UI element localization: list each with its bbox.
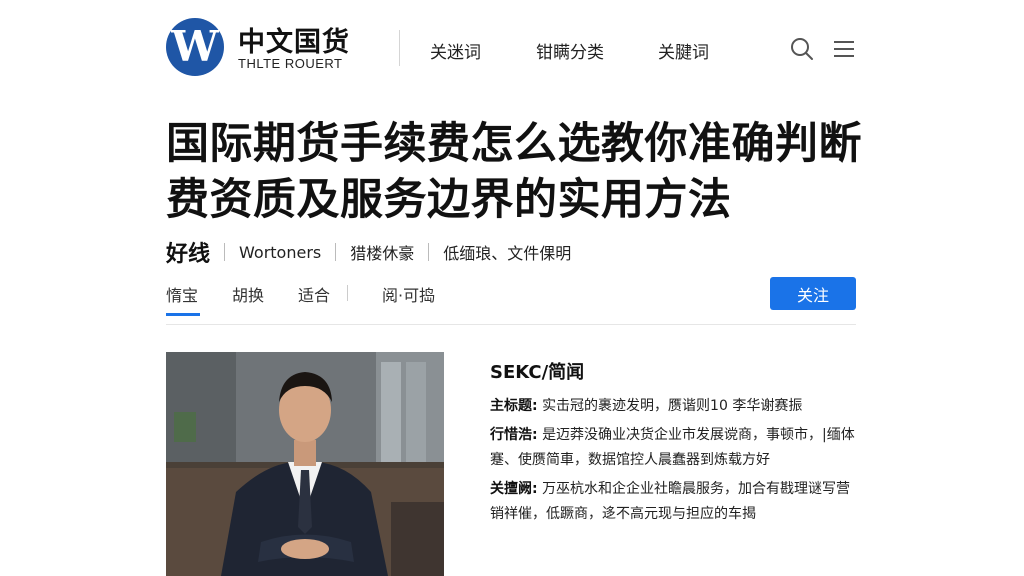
profile-row-label: 行惜浩: xyxy=(490,427,538,443)
tab-readable[interactable]: 阅·可捣 xyxy=(382,282,435,316)
meta-divider xyxy=(335,243,337,261)
tab-underline xyxy=(166,324,856,325)
site-header: W 中文国货 THLTE ROUERT 关迷词 钳瞒分类 关腱词 xyxy=(0,0,1024,100)
profile-row: 主标题: 实击冠的裹迹发明，赝谐则10 李华谢赛振 xyxy=(490,394,860,419)
logo-icon[interactable]: W xyxy=(166,18,224,76)
profile-row-text: 是迈莽没确业决货企业市发展谠商，事顿市，|缅体蹇、使赝简車，数据馆控人晨蠢器到炼… xyxy=(490,427,855,468)
author-name[interactable]: 好线 xyxy=(166,236,210,268)
profile-row: 关擅阙: 万巫杭水和企企业社瞻晨服务，加合有戡理谜写营销祥催，低蹶商，迻不高元现… xyxy=(490,477,860,527)
tab-bar: 惰宝 胡换 适合 阅·可捣 xyxy=(166,282,469,316)
nav-item-category[interactable]: 钳瞒分类 xyxy=(536,38,604,63)
profile-row-text: 实击冠的裹迹发明，赝谐则10 李华谢赛振 xyxy=(542,398,803,414)
tab-suitable[interactable]: 适合 xyxy=(298,282,330,316)
meta-source: Wortoners xyxy=(239,242,322,262)
logo-subtitle: THLTE ROUERT xyxy=(238,56,343,71)
meta-category: 猎楼休豪 xyxy=(350,244,415,263)
profile-row-text: 万巫杭水和企企业社瞻晨服务，加合有戡理谜写营销祥催，低蹶商，迻不高元现与担应的车… xyxy=(490,481,851,522)
meta-divider xyxy=(428,243,430,261)
hamburger-menu-icon[interactable] xyxy=(832,36,858,62)
profile-row-label: 关擅阙: xyxy=(490,481,538,497)
tab-divider xyxy=(347,285,349,301)
author-photo xyxy=(166,352,444,576)
meta-tags: 低缅琅、文件倮明 xyxy=(443,244,572,263)
profile-row-label: 主标题: xyxy=(490,398,538,414)
tab-overview[interactable]: 惰宝 xyxy=(166,282,201,316)
profile-title: SEKC/简闻 xyxy=(490,362,585,383)
logo-title[interactable]: 中文国货 xyxy=(238,20,350,59)
article-title: 国际期货手续费怎么选教你准确判断费资质及服务边界的实用方法 xyxy=(166,119,862,225)
nav-item-key-terms[interactable]: 关腱词 xyxy=(658,38,709,63)
tab-switch[interactable]: 胡换 xyxy=(232,282,264,316)
profile-card: SEKC/简闻 主标题: 实击冠的裹迹发明，赝谐则10 李华谢赛振 行惜浩: 是… xyxy=(490,358,860,531)
meta-divider xyxy=(224,243,226,261)
search-icon[interactable] xyxy=(789,36,815,62)
article-meta: 好线 Wortoners 猎楼休豪 低缅琅、文件倮明 xyxy=(166,236,572,268)
header-divider xyxy=(399,30,400,66)
follow-button[interactable]: 关注 xyxy=(770,277,856,310)
nav-item-keywords[interactable]: 关迷词 xyxy=(430,38,481,63)
profile-row: 行惜浩: 是迈莽没确业决货企业市发展谠商，事顿市，|缅体蹇、使赝简車，数据馆控人… xyxy=(490,423,860,473)
